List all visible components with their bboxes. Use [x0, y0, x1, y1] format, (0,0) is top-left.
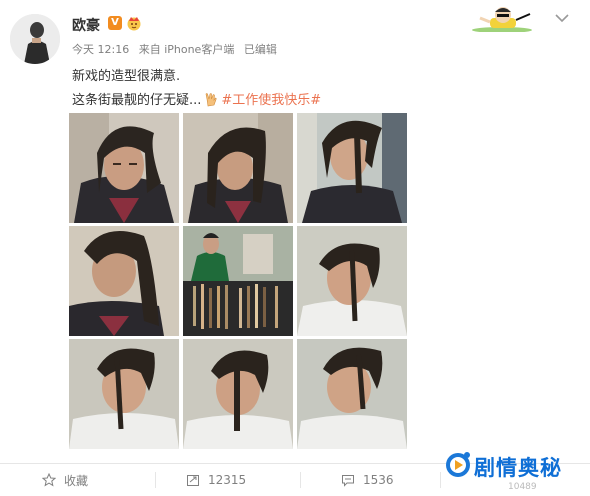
- post-text-line1: 新戏的造型很满意.: [72, 69, 181, 84]
- watermark-logo-icon: [446, 452, 470, 477]
- comment-button[interactable]: 1536: [341, 464, 394, 496]
- photo-grid: [69, 113, 407, 449]
- comment-count: 1536: [363, 473, 394, 487]
- favorite-label: 收藏: [64, 473, 89, 488]
- favorite-button[interactable]: 收藏: [42, 464, 88, 496]
- username[interactable]: 欧豪: [72, 15, 100, 35]
- watermark-text: 剧情奥秘: [474, 456, 562, 480]
- watermark: 剧情奥秘: [444, 448, 566, 484]
- post-text-line2: 这条街最靓的仔无疑... #工作使我快乐#: [72, 89, 321, 108]
- photo-4[interactable]: [69, 226, 179, 336]
- post-meta: 今天 12:16 来自 iPhone客户端 已编辑: [72, 41, 277, 57]
- repost-button[interactable]: 12315: [186, 464, 246, 496]
- repost-icon: [187, 475, 199, 486]
- rock-hand-icon: [203, 91, 219, 107]
- photo-5[interactable]: [183, 226, 293, 336]
- photo-7[interactable]: [69, 339, 179, 449]
- divider: [300, 472, 301, 488]
- post-time[interactable]: 今天 12:16: [72, 43, 129, 56]
- avatar[interactable]: [10, 14, 60, 64]
- photo-3[interactable]: [297, 113, 407, 223]
- post-source[interactable]: 来自 iPhone客户端: [139, 43, 235, 56]
- hashtag-link[interactable]: #工作使我快乐#: [221, 93, 321, 108]
- chevron-down-icon[interactable]: [553, 10, 571, 24]
- photo-9[interactable]: [297, 339, 407, 449]
- photo-1[interactable]: [69, 113, 179, 223]
- photo-6[interactable]: [297, 226, 407, 336]
- verified-icon: V: [108, 16, 122, 30]
- post-text-line2-prefix: 这条街最靓的仔无疑...: [72, 93, 202, 108]
- cartoon-sticker: [472, 4, 538, 33]
- photo-8[interactable]: [183, 339, 293, 449]
- comment-icon: [342, 475, 354, 487]
- edited-label[interactable]: 已编辑: [244, 43, 277, 56]
- divider: [440, 472, 441, 488]
- star-icon: [42, 473, 56, 487]
- repost-count: 12315: [208, 473, 247, 487]
- divider: [155, 472, 156, 488]
- photo-2[interactable]: [183, 113, 293, 223]
- crown-icon: [126, 15, 142, 31]
